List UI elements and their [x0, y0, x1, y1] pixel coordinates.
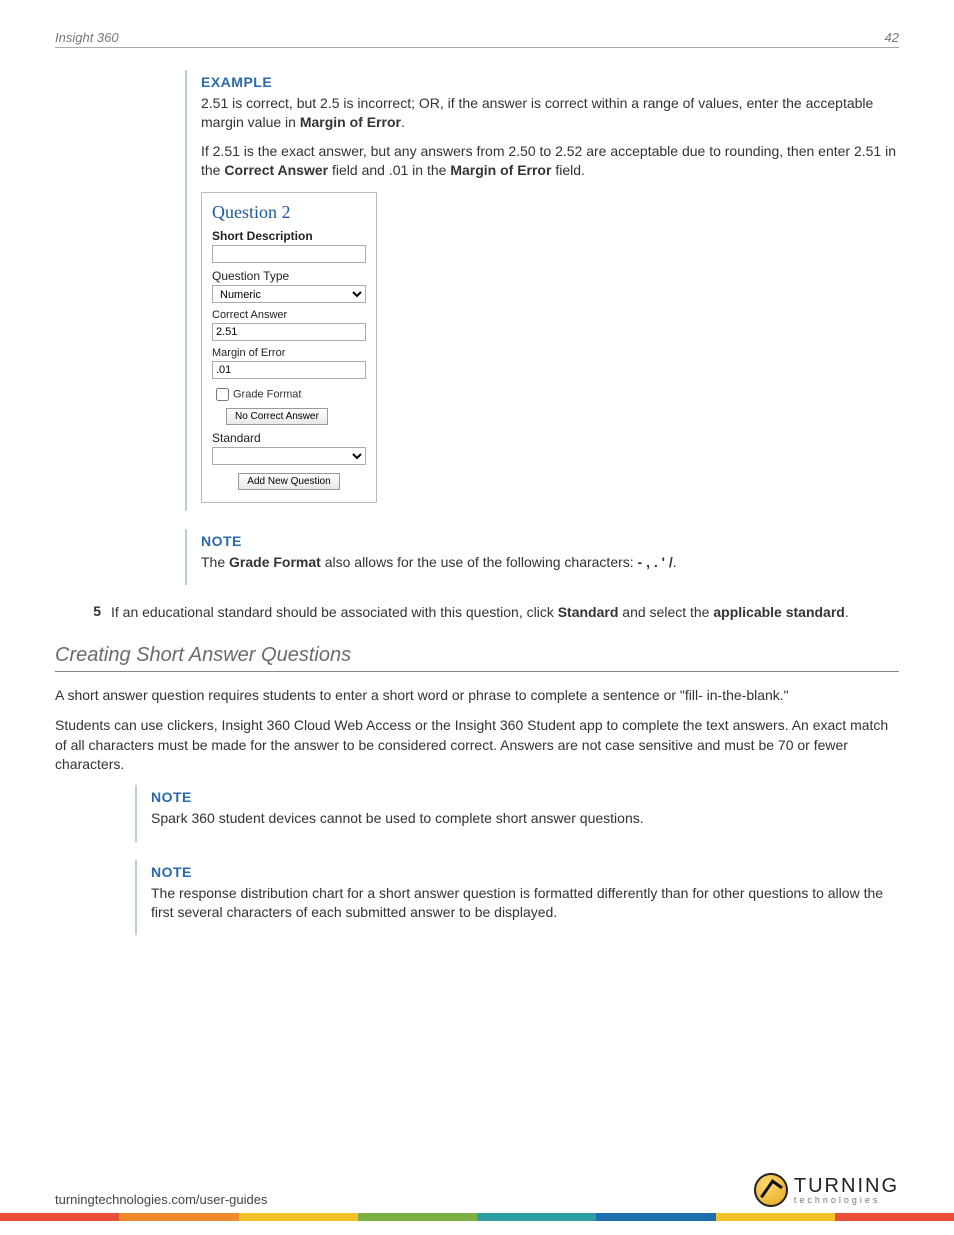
- note-response-distribution: NOTE The response distribution chart for…: [135, 860, 899, 936]
- step-5: 5 If an educational standard should be a…: [79, 603, 899, 622]
- note-spark360: NOTE Spark 360 student devices cannot be…: [135, 785, 899, 842]
- turning-logo-text: TURNING technologies: [794, 1176, 899, 1205]
- step-body: If an educational standard should be ass…: [111, 603, 899, 622]
- question-type-label: Question Type: [212, 269, 366, 283]
- note-text: The response distribution chart for a sh…: [151, 884, 899, 922]
- header-title: Insight 360: [55, 30, 119, 45]
- turning-logo: TURNING technologies: [754, 1173, 899, 1207]
- margin-of-error-label: Margin of Error: [212, 347, 366, 359]
- note-title: NOTE: [151, 789, 899, 805]
- section-paragraph-2: Students can use clickers, Insight 360 C…: [55, 716, 899, 775]
- note-grade-format: NOTE The Grade Format also allows for th…: [185, 529, 899, 586]
- margin-of-error-input[interactable]: [212, 361, 366, 379]
- footer-color-bar: [0, 1213, 954, 1221]
- no-correct-answer-button[interactable]: No Correct Answer: [226, 408, 328, 425]
- page-header: Insight 360 42: [55, 30, 899, 48]
- standard-label: Standard: [212, 431, 366, 445]
- short-description-label: Short Description: [212, 229, 366, 243]
- correct-answer-label: Correct Answer: [212, 309, 366, 321]
- grade-format-row: Grade Format No Correct Answer: [212, 385, 366, 425]
- page-number: 42: [885, 30, 899, 45]
- section-paragraph-1: A short answer question requires student…: [55, 686, 899, 706]
- example-callout: EXAMPLE 2.51 is correct, but 2.5 is inco…: [185, 70, 899, 511]
- grade-format-label: Grade Format: [233, 388, 301, 400]
- turning-logo-icon: [754, 1173, 788, 1207]
- example-paragraph-2: If 2.51 is the exact answer, but any ans…: [201, 142, 899, 180]
- page-footer: turningtechnologies.com/user-guides TURN…: [0, 1173, 954, 1207]
- question-title: Question 2: [212, 202, 366, 223]
- short-description-input[interactable]: [212, 245, 366, 263]
- question-type-select[interactable]: Numeric: [212, 285, 366, 303]
- example-title: EXAMPLE: [201, 74, 899, 90]
- correct-answer-input[interactable]: [212, 323, 366, 341]
- note-title: NOTE: [201, 533, 899, 549]
- question-panel: Question 2 Short Description Question Ty…: [201, 192, 377, 503]
- add-new-question-button[interactable]: Add New Question: [238, 473, 339, 490]
- example-paragraph-1: 2.51 is correct, but 2.5 is incorrect; O…: [201, 94, 899, 132]
- step-number: 5: [79, 603, 101, 622]
- standard-select[interactable]: [212, 447, 366, 465]
- section-heading: Creating Short Answer Questions: [55, 644, 899, 672]
- note-title: NOTE: [151, 864, 899, 880]
- footer-url: turningtechnologies.com/user-guides: [55, 1192, 267, 1207]
- note-text: Spark 360 student devices cannot be used…: [151, 809, 899, 828]
- note-text: The Grade Format also allows for the use…: [201, 553, 899, 572]
- grade-format-checkbox[interactable]: [216, 388, 229, 401]
